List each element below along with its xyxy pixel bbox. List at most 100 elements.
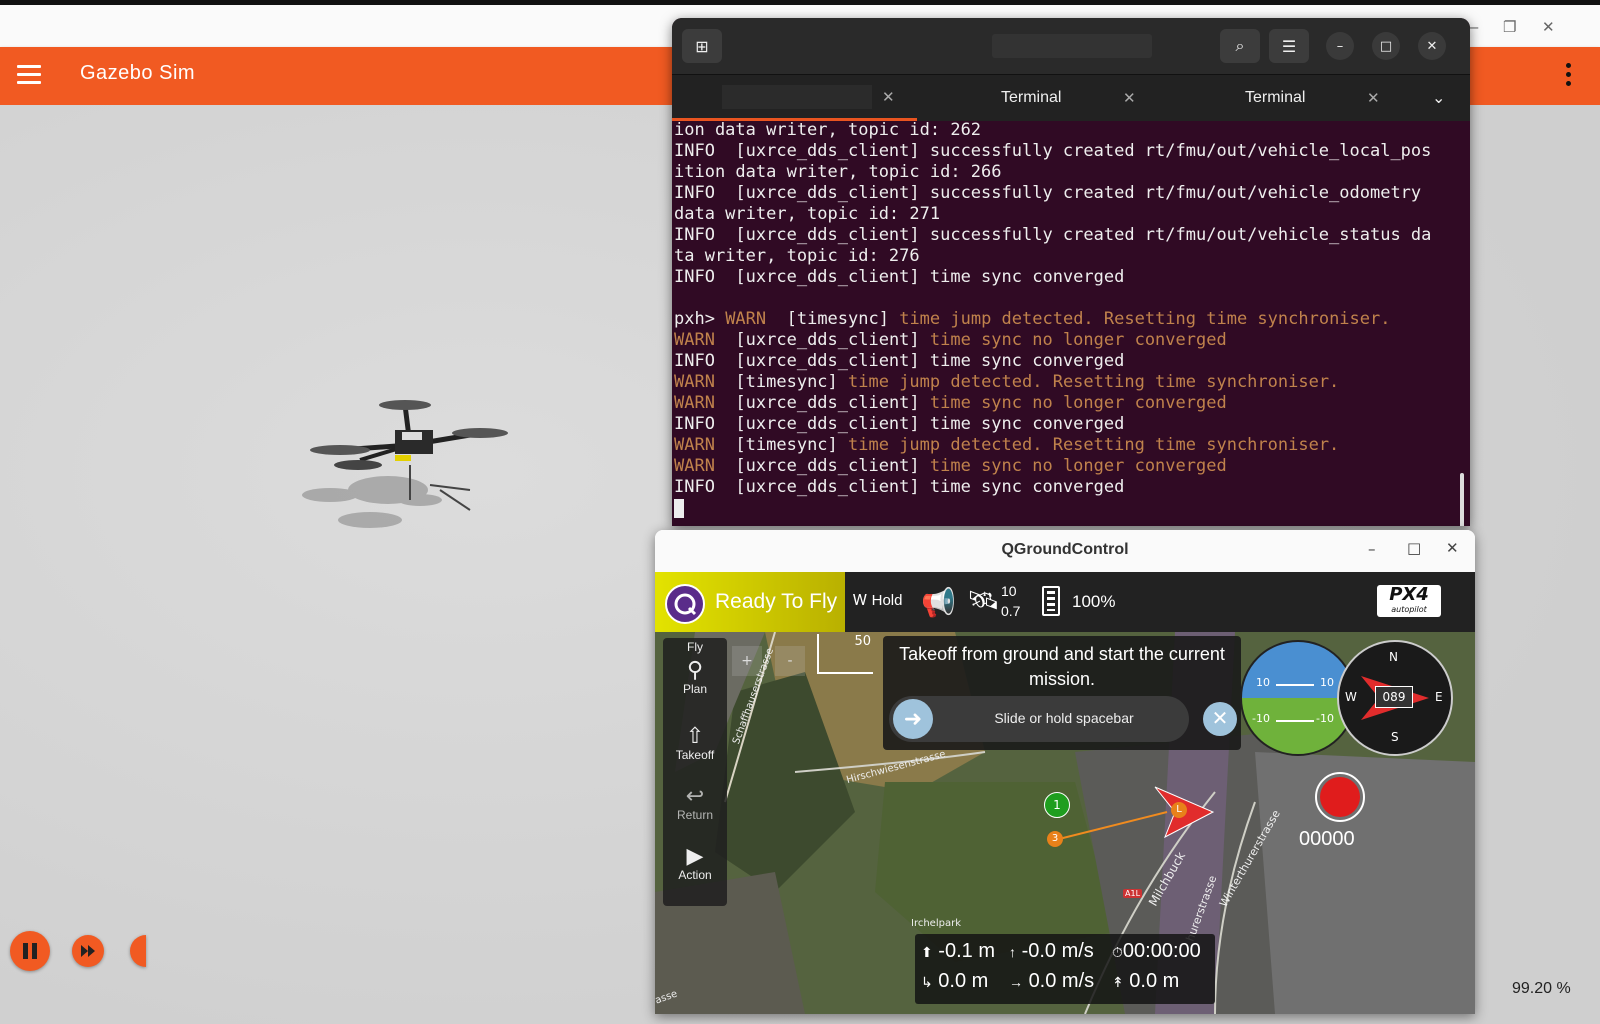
menu-icon[interactable] [17, 65, 41, 85]
minimize-icon[interactable]: – [1368, 540, 1376, 558]
distance-value: 0.0 m [938, 970, 989, 992]
terminal-title-area [992, 34, 1152, 58]
log-message: time sync no longer converged [929, 393, 1227, 413]
takeoff-button[interactable]: ⇧ Takeoff [663, 724, 727, 763]
log-module: [timesync] [735, 372, 849, 392]
zoom-in-button[interactable]: + [732, 646, 762, 676]
record-button[interactable] [1315, 772, 1365, 822]
pitch-label: -10 [1252, 712, 1270, 725]
window-title: QGroundControl [1001, 541, 1129, 558]
hamburger-menu-icon[interactable]: ☰ [1269, 29, 1309, 63]
step-forward-button[interactable] [72, 935, 104, 967]
log-module: [timesync] [735, 435, 849, 455]
log-module: [uxrce_dds_client] [735, 456, 930, 476]
terminal-line: ition data writer, topic id: 266 [674, 162, 1002, 182]
close-icon[interactable]: ✕ [1418, 32, 1446, 60]
altitude-readout: ⬆ -0.1 m [921, 940, 995, 963]
terminal-prompt: pxh> [674, 309, 726, 329]
flight-time-value: 00:00:00 [1122, 940, 1201, 962]
map-scale: 50 [817, 634, 873, 674]
map-view[interactable]: Schaffhauserstrasse Hirschwiesenstrasse … [655, 632, 1475, 1014]
vehicle-status-area[interactable]: Ready To Fly [655, 572, 845, 632]
timer-icon: ⏱ [1112, 944, 1123, 960]
ground-speed-icon: → [1009, 974, 1023, 990]
close-tab-icon[interactable]: ✕ [1367, 89, 1380, 107]
vehicle-status-label: Ready To Fly [715, 590, 838, 613]
waypoint-marker[interactable]: 1 [1044, 792, 1070, 818]
qgc-toolbar: Ready To Fly Ꮃ Hold 📢 🛰 10 0.7 100% PX4 … [655, 572, 1475, 632]
road-sign: A1L [1123, 889, 1143, 898]
terminal-tab-3[interactable]: Terminal ✕ [1162, 75, 1407, 121]
map-park-label: Irchelpark [911, 918, 961, 929]
fly-header: Fly [687, 640, 703, 654]
flight-mode-selector[interactable]: Ꮃ Hold [853, 592, 902, 609]
battery-icon[interactable] [1042, 586, 1060, 616]
action-button[interactable]: ▶ Action [663, 843, 727, 883]
guided-action-confirm: Takeoff from ground and start the curren… [883, 636, 1241, 750]
pitch-label: -10 [1316, 712, 1334, 725]
close-tab-icon[interactable]: ✕ [1123, 89, 1136, 107]
ground-speed-value: 0.0 m/s [1028, 970, 1095, 992]
terminal-tab-2[interactable]: Terminal ✕ [917, 75, 1162, 121]
terminal-tab-1[interactable]: ✕ [672, 75, 917, 121]
terminal-window: ⊞ ⌕ ☰ – □ ✕ ✕ Terminal ✕ Terminal ✕ ⌄ io… [672, 18, 1470, 526]
slide-to-confirm[interactable]: ➜ Slide or hold spacebar [889, 696, 1189, 742]
flight-mode-icon: Ꮃ [853, 592, 868, 609]
search-icon[interactable]: ⌕ [1220, 29, 1260, 63]
arrow-right-icon[interactable]: ➜ [893, 699, 933, 739]
action-icon: ▶ [686, 843, 704, 868]
maximize-icon[interactable]: □ [1407, 539, 1421, 557]
log-message: time jump detected. Resetting time synch… [848, 435, 1340, 455]
log-module: [timesync] [786, 309, 900, 329]
return-button[interactable]: ↩ Return [663, 783, 727, 823]
map-scale-value: 50 [854, 634, 871, 649]
launch-marker: L [1171, 802, 1187, 818]
log-level: WARN [674, 393, 736, 413]
plan-label: Plan [682, 682, 708, 696]
waypoint-marker[interactable]: 3 [1047, 831, 1063, 847]
terminal-cursor [674, 499, 684, 518]
megaphone-icon[interactable]: 📢 [921, 586, 956, 619]
terminal-line: INFO [uxrce_dds_client] time sync conver… [674, 267, 1125, 287]
minimize-icon[interactable]: – [1326, 32, 1354, 60]
close-icon[interactable]: ✕ [1542, 18, 1555, 36]
tab-list-chevron-down-icon[interactable]: ⌄ [1432, 75, 1462, 121]
action-label: Action [678, 868, 712, 882]
takeoff-label: Takeoff [675, 748, 715, 762]
battery-percent: 100% [1072, 592, 1116, 611]
more-options-icon[interactable] [1566, 63, 1572, 90]
terminal-scrollbar[interactable] [1460, 473, 1464, 526]
zoom-out-button[interactable]: - [775, 646, 805, 676]
cancel-icon[interactable]: ✕ [1203, 702, 1237, 736]
vertical-speed-icon: ↑ [1009, 944, 1016, 960]
log-module: [uxrce_dds_client] [735, 330, 930, 350]
terminal-output[interactable]: ion data writer, topic id: 262 INFO [uxrc… [672, 120, 1470, 526]
terminal-line: INFO [uxrce_dds_client] time sync conver… [674, 351, 1125, 371]
log-message: time sync no longer converged [929, 330, 1227, 350]
terminal-line: WARN [uxrce_dds_client] time sync no lon… [674, 393, 1470, 414]
qgc-logo-icon[interactable] [665, 584, 705, 624]
new-tab-icon[interactable]: ⊞ [682, 29, 722, 63]
home-distance-icon: ↟ [1112, 974, 1124, 990]
return-icon: ↩ [685, 783, 705, 808]
compass-indicator: N S E W 089 [1337, 640, 1453, 756]
terminal-line: ta writer, topic id: 276 [674, 246, 920, 266]
brand-name: PX4 [1389, 584, 1429, 605]
log-message: time jump detected. Resetting time synch… [899, 309, 1391, 329]
terminal-line: WARN [uxrce_dds_client] time sync no lon… [674, 330, 1470, 351]
vertical-speed-readout: ↑ -0.0 m/s [1009, 940, 1094, 963]
gps-satellite-icon[interactable]: 🛰 [967, 586, 1000, 616]
plan-button[interactable]: ⚲ Plan [663, 658, 727, 697]
pause-button[interactable] [10, 931, 50, 971]
satellite-count: 10 [1001, 583, 1017, 599]
record-counter: 00000 [1299, 828, 1355, 850]
telemetry-panel: ⬆ -0.1 m ↑ -0.0 m/s ⏱00:00:00 ↳ 0.0 m → … [915, 934, 1215, 1004]
restore-icon[interactable]: ❐ [1503, 18, 1516, 36]
slider-label: Slide or hold spacebar [994, 710, 1134, 726]
terminal-header-bar: ⊞ ⌕ ☰ – □ ✕ [672, 18, 1470, 74]
maximize-icon[interactable]: □ [1372, 32, 1400, 60]
terminal-line: INFO [uxrce_dds_client] successfully cre… [674, 225, 1432, 245]
close-icon[interactable]: ✕ [1446, 539, 1459, 557]
close-tab-icon[interactable]: ✕ [882, 88, 895, 106]
pitch-label: 10 [1320, 676, 1334, 689]
